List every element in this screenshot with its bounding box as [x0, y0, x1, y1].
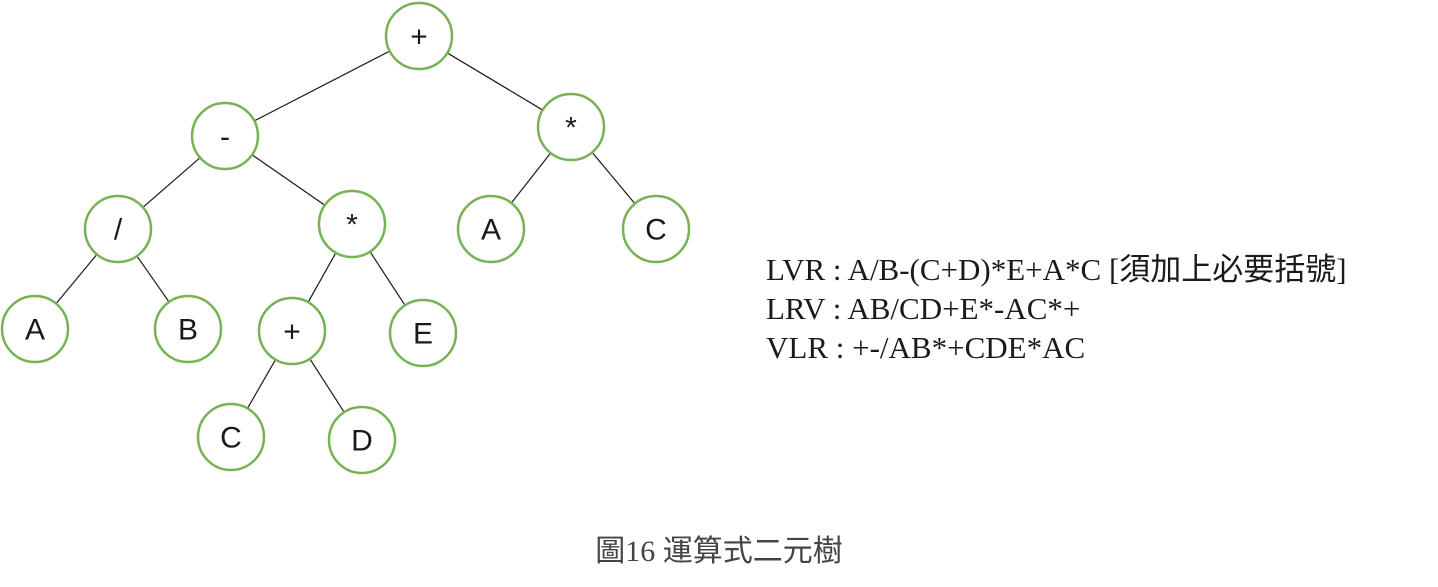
- node-label: A: [25, 314, 45, 347]
- tree-node-plus: +: [257, 296, 327, 366]
- traversal-results: LVR : A/B-(C+D)*E+A*C [須加上必要括號] LRV : AB…: [766, 250, 1347, 367]
- node-label: +: [410, 21, 428, 54]
- edge-n-div-n-b: [136, 255, 170, 303]
- node-label: *: [346, 209, 358, 242]
- tree-node-c-right: C: [621, 194, 691, 264]
- tree-node-minus: -: [190, 101, 260, 171]
- node-label: D: [351, 425, 373, 458]
- edge-n-mul-mid-n-e: [369, 251, 406, 306]
- node-label: C: [220, 422, 242, 455]
- node-label: E: [413, 318, 433, 351]
- node-label: A: [481, 214, 501, 247]
- edge-n-plus-n-c-bottom: [246, 359, 277, 409]
- tree-node-c-bottom: C: [196, 402, 266, 472]
- node-label: B: [178, 314, 198, 347]
- edge-n-minus-n-mul-mid: [251, 154, 326, 206]
- tree-node-a-right: A: [456, 194, 526, 264]
- node-label: +: [283, 316, 301, 349]
- tree-node-div: /: [83, 194, 153, 264]
- traversal-lrv: LRV : AB/CD+E*-AC*+: [766, 291, 1081, 326]
- edge-n-plus-n-d: [309, 358, 345, 413]
- edge-n-root-n-minus: [254, 50, 390, 122]
- traversal-lvr: LVR : A/B-(C+D)*E+A*C [須加上必要括號]: [766, 252, 1347, 287]
- node-label: *: [565, 112, 577, 145]
- node-label: C: [645, 214, 667, 247]
- node-label: /: [114, 214, 123, 247]
- tree-node-b: B: [153, 294, 223, 364]
- tree-node-d: D: [327, 405, 397, 475]
- tree-node-a-left: A: [0, 294, 70, 364]
- tree-node-e: E: [388, 298, 458, 368]
- node-label: -: [220, 121, 230, 154]
- tree-node-mul-mid: *: [317, 189, 387, 259]
- edge-n-mul-mid-n-plus: [307, 252, 337, 303]
- edge-n-mul-right-n-c-right: [591, 151, 636, 205]
- edge-n-root-n-mul-right: [447, 52, 543, 111]
- tree-node-mul-right: *: [536, 92, 606, 162]
- edge-n-div-n-a-left: [55, 254, 98, 304]
- traversal-vlr: VLR : +-/AB*+CDE*AC: [766, 330, 1086, 365]
- tree-node-root: +: [384, 1, 454, 71]
- edge-n-minus-n-div: [142, 157, 201, 208]
- figure-caption: 圖16 運算式二元樹: [595, 535, 843, 568]
- edge-n-mul-right-n-a-right: [510, 152, 552, 204]
